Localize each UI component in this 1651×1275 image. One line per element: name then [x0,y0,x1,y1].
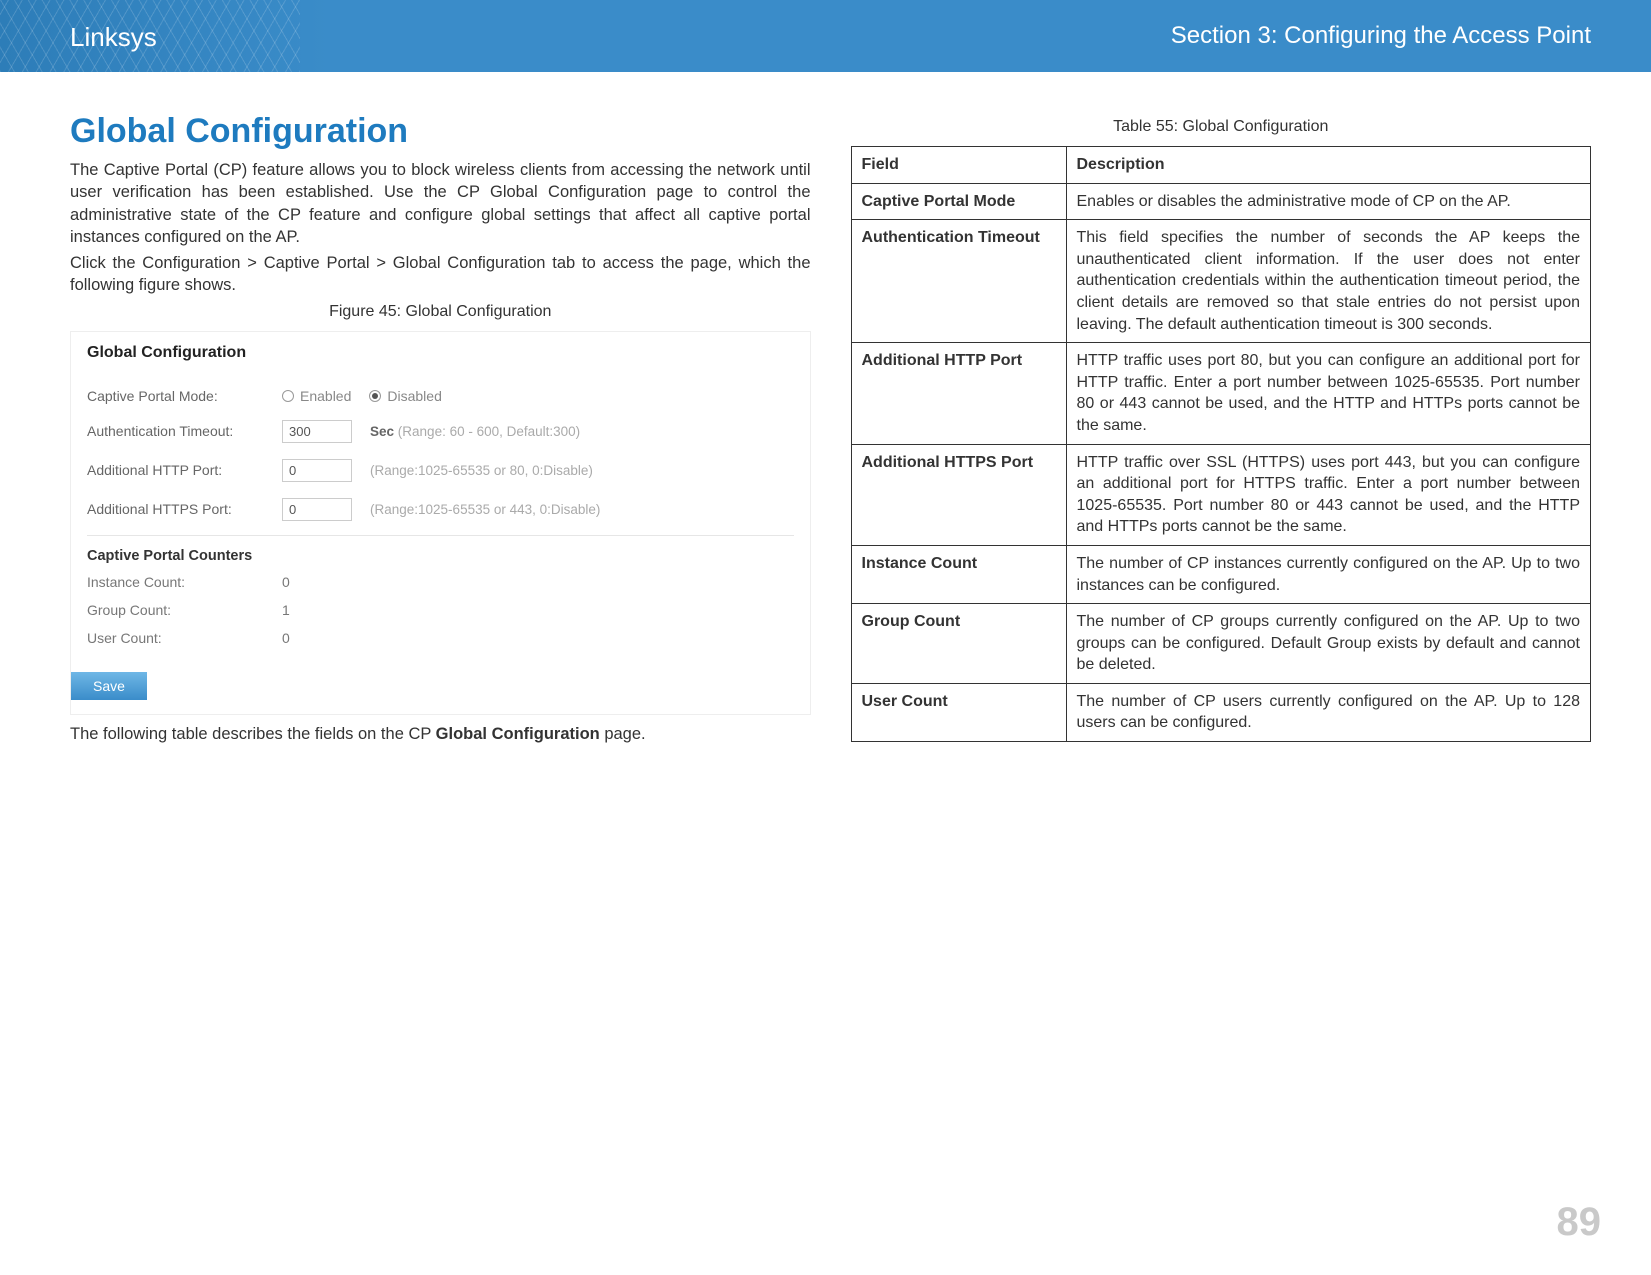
disabled-text: Disabled [387,388,441,404]
field-cell: Captive Portal Mode [851,183,1066,220]
desc-cell: The number of CP users currently configu… [1066,683,1591,741]
radio-dot-icon [282,390,294,402]
th-description: Description [1066,147,1591,184]
desc-cell: Enables or disables the administrative m… [1066,183,1591,220]
auth-timeout-input[interactable] [282,420,352,443]
table-row: Instance CountThe number of CP instances… [851,545,1591,603]
auth-timeout-hint: Sec (Range: 60 - 600, Default:300) [370,424,580,439]
auth-timeout-label: Authentication Timeout: [87,423,282,439]
save-button[interactable]: Save [71,672,147,700]
sec-unit: Sec [370,424,394,439]
table-row: Captive Portal ModeEnables or disables t… [851,183,1591,220]
table-row: Additional HTTP PortHTTP traffic uses po… [851,343,1591,444]
user-count-value: 0 [282,630,290,646]
page-title: Global Configuration [70,112,811,151]
http-port-label: Additional HTTP Port: [87,462,282,478]
field-cell: Authentication Timeout [851,220,1066,343]
field-cell: Group Count [851,604,1066,684]
http-port-hint: (Range:1025-65535 or 80, 0:Disable) [370,463,593,478]
table-row: Group CountThe number of CP groups curre… [851,604,1591,684]
field-cell: Additional HTTPS Port [851,444,1066,545]
field-cell: User Count [851,683,1066,741]
cp-mode-label: Captive Portal Mode: [87,388,282,404]
user-count-label: User Count: [87,630,282,646]
page-body: Global Configuration The Captive Portal … [0,72,1651,749]
http-port-input[interactable] [282,459,352,482]
cp-mode-disabled-radio[interactable]: Disabled [369,388,441,404]
instance-count-label: Instance Count: [87,574,282,590]
https-port-label: Additional HTTPS Port: [87,501,282,517]
row-https-port: Additional HTTPS Port: (Range:1025-65535… [87,490,794,529]
row-http-port: Additional HTTP Port: (Range:1025-65535 … [87,451,794,490]
desc-cell: The number of CP instances currently con… [1066,545,1591,603]
table-header-row: Field Description [851,147,1591,184]
radio-dot-icon [369,390,381,402]
cp-mode-enabled-radio[interactable]: Enabled [282,388,351,404]
row-group-count: Group Count: 1 [87,596,794,624]
desc-cell: The number of CP groups currently config… [1066,604,1591,684]
desc-cell: HTTP traffic uses port 80, but you can c… [1066,343,1591,444]
row-instance-count: Instance Count: 0 [87,568,794,596]
config-screenshot: Global Configuration Captive Portal Mode… [70,331,811,715]
global-config-table: Field Description Captive Portal ModeEna… [851,146,1592,742]
desc-cell: HTTP traffic over SSL (HTTPS) uses port … [1066,444,1591,545]
group-count-value: 1 [282,602,290,618]
after-figure-text: The following table describes the fields… [70,723,811,745]
enabled-text: Enabled [300,388,351,404]
group-count-label: Group Count: [87,602,282,618]
page-header: Linksys Section 3: Configuring the Acces… [0,0,1651,72]
page-number: 89 [1557,1200,1602,1245]
after-figure-bold: Global Configuration [436,725,600,743]
intro-paragraph-1: The Captive Portal (CP) feature allows y… [70,159,811,248]
desc-cell: This field specifies the number of secon… [1066,220,1591,343]
row-auth-timeout: Authentication Timeout: Sec (Range: 60 -… [87,412,794,451]
row-user-count: User Count: 0 [87,624,794,652]
figure-caption: Figure 45: Global Configuration [70,303,811,321]
https-port-hint: (Range:1025-65535 or 443, 0:Disable) [370,502,600,517]
right-column: Table 55: Global Configuration Field Des… [851,112,1592,749]
after-figure-b: page. [600,725,646,743]
https-port-input[interactable] [282,498,352,521]
intro-paragraph-2: Click the Configuration > Captive Portal… [70,252,811,297]
table-row: User CountThe number of CP users current… [851,683,1591,741]
section-label: Section 3: Configuring the Access Point [1171,22,1591,50]
brand-label: Linksys [70,22,157,53]
auth-range: (Range: 60 - 600, Default:300) [398,424,580,439]
counters-title: Captive Portal Counters [87,536,794,568]
field-cell: Additional HTTP Port [851,343,1066,444]
table-row: Authentication TimeoutThis field specifi… [851,220,1591,343]
row-cp-mode: Captive Portal Mode: Enabled Disabled [87,380,794,412]
left-column: Global Configuration The Captive Portal … [70,112,811,749]
instance-count-value: 0 [282,574,290,590]
after-figure-a: The following table describes the fields… [70,725,436,743]
table-row: Additional HTTPS PortHTTP traffic over S… [851,444,1591,545]
table-caption: Table 55: Global Configuration [851,118,1592,136]
ss-heading: Global Configuration [87,344,794,362]
field-cell: Instance Count [851,545,1066,603]
th-field: Field [851,147,1066,184]
